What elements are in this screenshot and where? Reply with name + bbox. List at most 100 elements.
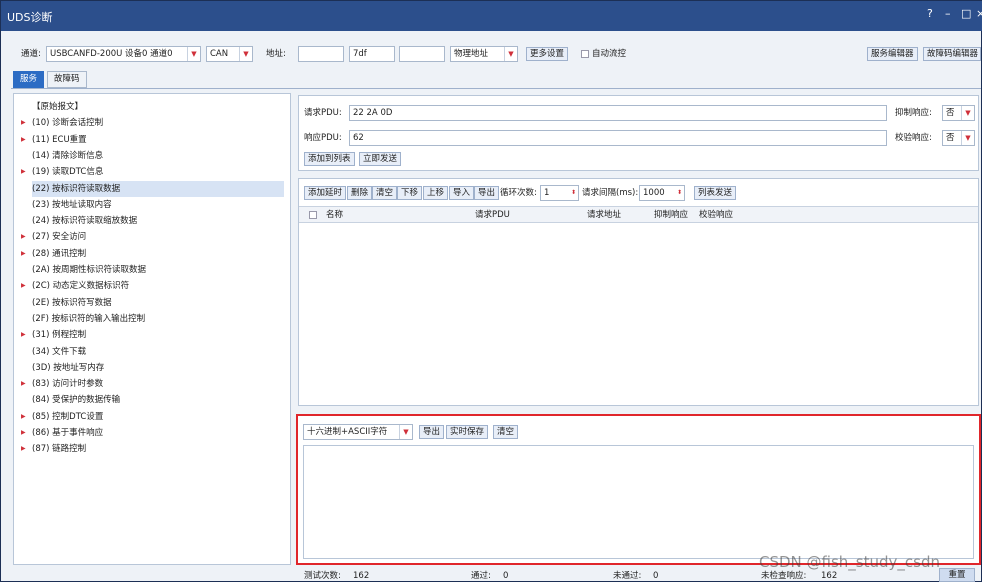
tree-item[interactable]: (84) 受保护的数据传输: [32, 392, 284, 408]
realtime-save-button[interactable]: 实时保存: [446, 425, 489, 439]
expand-arrow-icon[interactable]: ▶: [21, 229, 26, 245]
tab-services[interactable]: 服务: [13, 71, 45, 88]
chevron-down-icon: ▼: [399, 425, 412, 439]
tree-item[interactable]: (3D) 按地址写内存: [32, 360, 284, 376]
tree-item[interactable]: (34) 文件下载: [32, 344, 284, 360]
dtc-editor-button[interactable]: 故障码编辑器: [923, 47, 981, 61]
request-list-panel: 添加延时 删除 清空 下移 上移 导入 导出 循环次数: 1 ⬍ 请求间隔(ms)…: [298, 178, 979, 406]
tree-item[interactable]: (2E) 按标识符写数据: [32, 295, 284, 311]
address-field-2[interactable]: 7df: [349, 46, 395, 62]
service-editor-button[interactable]: 服务编辑器: [867, 47, 918, 61]
tree-item[interactable]: (2A) 按周期性标识符读取数据: [32, 262, 284, 278]
tab-dtc[interactable]: 故障码: [47, 71, 87, 88]
pass-label: 通过:: [471, 571, 491, 581]
unchecked-label: 未检查响应:: [761, 571, 807, 581]
tree-item[interactable]: ▶ (2C) 动态定义数据标识符: [21, 278, 284, 294]
watermark: CSDN @fish_study_csdn: [759, 553, 940, 571]
maximize-icon[interactable]: □: [961, 7, 971, 20]
log-export-button[interactable]: 导出: [419, 425, 445, 439]
column-name: 名称: [326, 210, 344, 220]
tree-item[interactable]: (22) 按标识符读取数据: [32, 180, 284, 197]
verify-response-value: 否: [946, 133, 955, 143]
move-down-button[interactable]: 下移: [397, 186, 423, 200]
request-pdu-label: 请求PDU:: [304, 108, 342, 118]
tree-item[interactable]: (23) 按地址读取内容: [32, 197, 284, 213]
request-interval-spinner[interactable]: 1000 ⬍: [639, 185, 685, 201]
tree-item[interactable]: ▶ (28) 通讯控制: [21, 246, 284, 262]
move-up-button[interactable]: 上移: [423, 186, 449, 200]
tree-item[interactable]: ▶ (10) 诊断会话控制: [21, 115, 284, 131]
response-pdu-label: 响应PDU:: [304, 133, 342, 143]
address-field-1[interactable]: [298, 46, 344, 62]
list-send-button[interactable]: 列表发送: [694, 186, 737, 200]
tree-item[interactable]: ▶ (87) 链路控制: [21, 441, 284, 457]
address-field-3[interactable]: [399, 46, 445, 62]
log-clear-button[interactable]: 清空: [493, 425, 519, 439]
column-verify-response: 校验响应: [699, 210, 734, 220]
tree-item[interactable]: ▶ (31) 例程控制: [21, 327, 284, 343]
request-interval-label: 请求间隔(ms):: [582, 188, 639, 198]
tree-item[interactable]: ▶ (85) 控制DTC设置: [21, 409, 284, 425]
expand-arrow-icon[interactable]: ▶: [21, 164, 26, 180]
chevron-down-icon: ▼: [504, 47, 517, 61]
expand-arrow-icon[interactable]: ▶: [21, 278, 26, 294]
suppress-response-select[interactable]: 否 ▼: [942, 105, 975, 121]
log-output[interactable]: [303, 445, 974, 559]
send-now-button[interactable]: 立即发送: [359, 152, 402, 166]
loop-count-label: 循环次数:: [500, 188, 537, 198]
minimize-icon[interactable]: –: [945, 7, 951, 20]
add-delay-button[interactable]: 添加延时: [304, 186, 347, 200]
channel-select[interactable]: USBCANFD-200U 设备0 通道0 ▼: [46, 46, 201, 62]
column-suppress-response: 抑制响应: [654, 210, 689, 220]
protocol-select[interactable]: CAN ▼: [206, 46, 253, 62]
tree-item[interactable]: (14) 清除诊断信息: [32, 148, 284, 164]
title-bar: UDS诊断 ? – □ ×: [1, 1, 982, 31]
auto-flow-checkbox[interactable]: 自动流控: [581, 48, 626, 60]
tree-item-label: (87) 链路控制: [32, 444, 87, 455]
uds-diagnosis-window: UDS诊断 ? – □ × 通道: USBCANFD-200U 设备0 通道0 ▼…: [0, 0, 982, 582]
help-icon[interactable]: ?: [927, 7, 933, 20]
export-button[interactable]: 导出: [474, 186, 500, 200]
expand-arrow-icon[interactable]: ▶: [21, 441, 26, 457]
verify-response-select[interactable]: 否 ▼: [942, 130, 975, 146]
clear-list-button[interactable]: 清空: [372, 186, 398, 200]
import-button[interactable]: 导入: [449, 186, 475, 200]
expand-arrow-icon[interactable]: ▶: [21, 327, 26, 343]
loop-count-spinner[interactable]: 1 ⬍: [540, 185, 579, 201]
display-mode-select[interactable]: 十六进制+ASCII字符 ▼: [303, 424, 413, 440]
request-pdu-input[interactable]: 22 2A 0D: [349, 105, 887, 121]
tree-item[interactable]: (2F) 按标识符的输入输出控制: [32, 311, 284, 327]
column-request-address: 请求地址: [587, 210, 622, 220]
service-tree: 【原始报文】 ▶ (10) 诊断会话控制 ▶ (11) ECU重置 (14) 清除诊断信息…: [13, 93, 291, 565]
tree-item[interactable]: ▶ (19) 读取DTC信息: [21, 164, 284, 180]
expand-arrow-icon[interactable]: ▶: [21, 409, 26, 425]
tree-item[interactable]: 【原始报文】: [32, 99, 284, 115]
add-to-list-button[interactable]: 添加到列表: [304, 152, 355, 166]
address-type-select[interactable]: 物理地址 ▼: [450, 46, 518, 62]
expand-arrow-icon[interactable]: ▶: [21, 425, 26, 441]
chevron-down-icon: ▼: [187, 47, 200, 61]
expand-arrow-icon[interactable]: ▶: [21, 132, 26, 148]
expand-arrow-icon[interactable]: ▶: [21, 115, 26, 131]
tab-divider: [11, 88, 981, 89]
expand-arrow-icon[interactable]: ▶: [21, 376, 26, 392]
request-panel: 请求PDU: 22 2A 0D 抑制响应: 否 ▼ 响应PDU: 62 校验响应:…: [298, 95, 979, 171]
fail-label: 未通过:: [613, 571, 642, 581]
log-panel: 十六进制+ASCII字符 ▼ 导出 实时保存 清空: [296, 414, 981, 565]
tree-item[interactable]: ▶ (83) 访问计时参数: [21, 376, 284, 392]
list-header: 名称 请求PDU 请求地址 抑制响应 校验响应: [299, 206, 978, 223]
response-pdu-input[interactable]: 62: [349, 130, 887, 146]
close-icon[interactable]: ×: [976, 7, 982, 20]
delete-button[interactable]: 删除: [347, 186, 373, 200]
expand-arrow-icon[interactable]: ▶: [21, 246, 26, 262]
window-title: UDS诊断: [7, 11, 53, 24]
tree-item[interactable]: ▶ (27) 安全访问: [21, 229, 284, 245]
select-all-checkbox[interactable]: [309, 211, 317, 219]
tree-item-label: (34) 文件下载: [32, 346, 87, 357]
more-settings-button[interactable]: 更多设置: [526, 47, 569, 61]
tree-item[interactable]: ▶ (11) ECU重置: [21, 132, 284, 148]
address-label: 地址:: [266, 49, 286, 59]
tree-item[interactable]: (24) 按标识符读取缩放数据: [32, 213, 284, 229]
reset-button[interactable]: 重置: [939, 568, 975, 582]
tree-item[interactable]: ▶ (86) 基于事件响应: [21, 425, 284, 441]
